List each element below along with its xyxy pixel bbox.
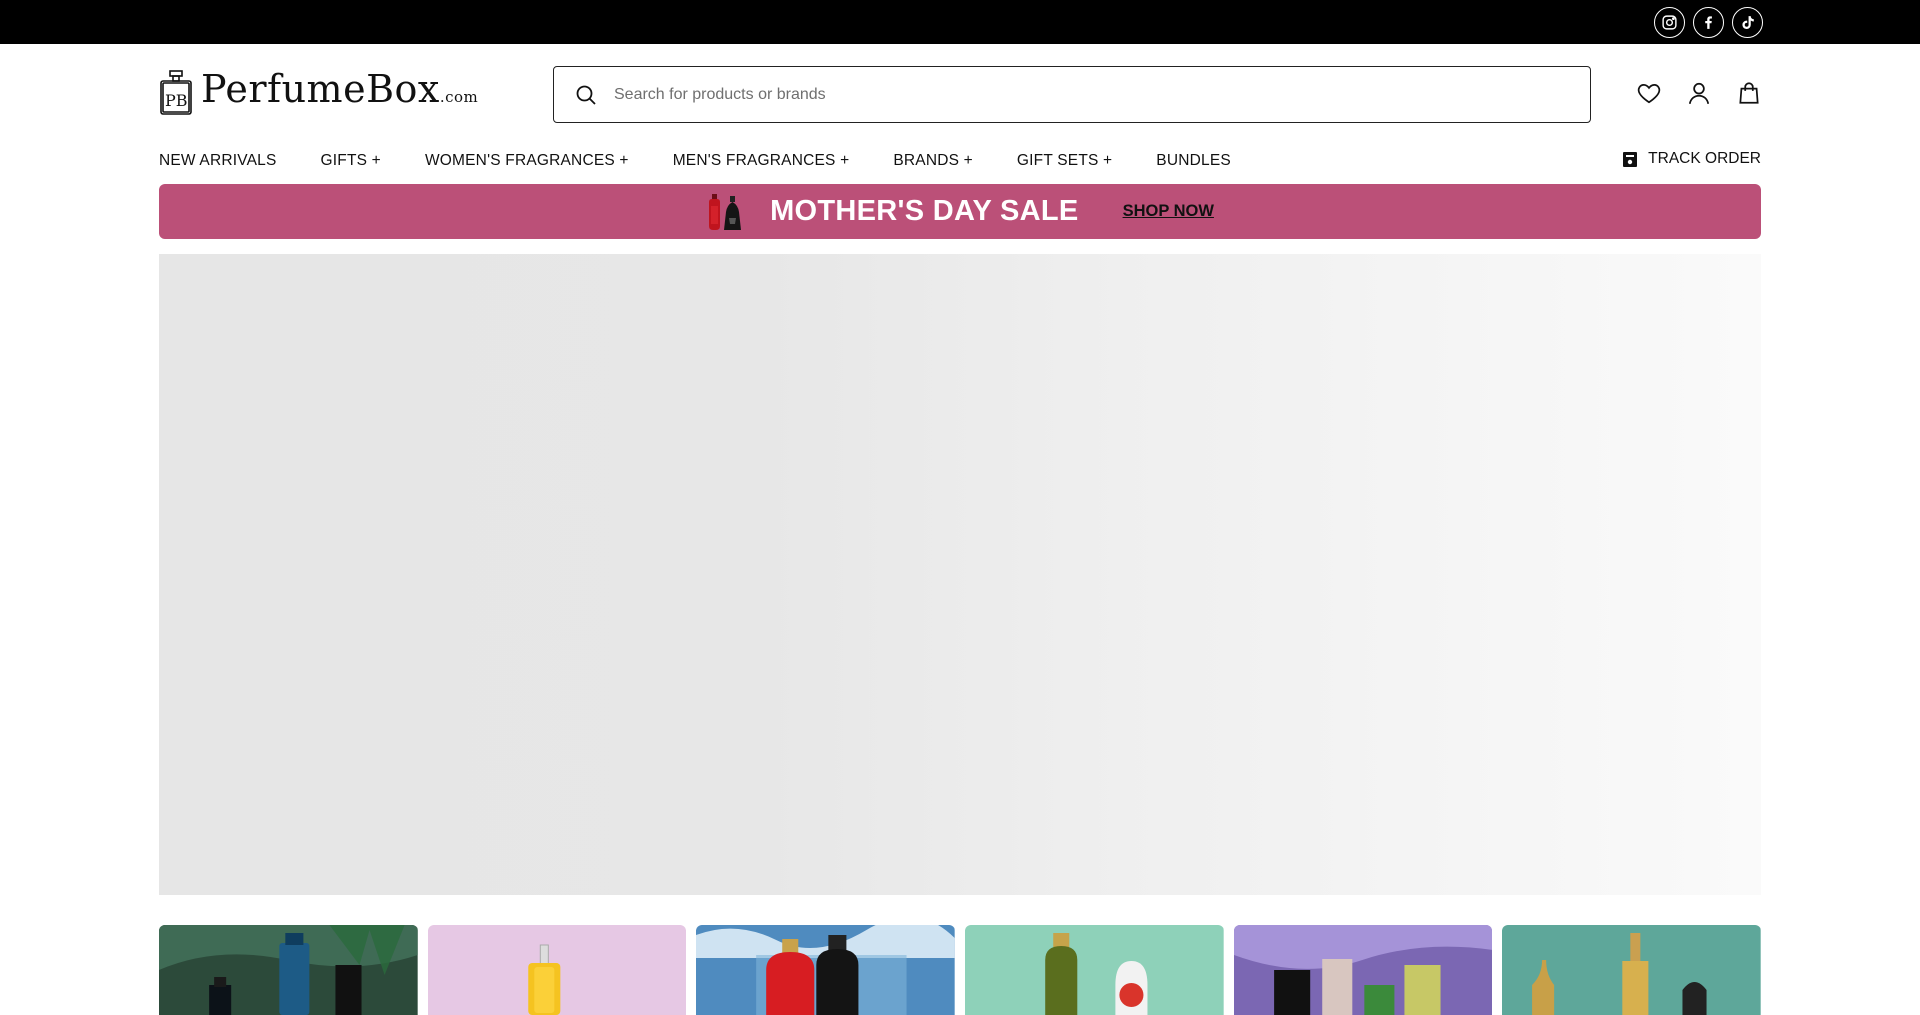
logo-suffix: .com (439, 88, 479, 106)
track-order-label: TRACK ORDER (1648, 150, 1761, 167)
track-order-link[interactable]: TRACK ORDER (1622, 150, 1761, 168)
promo-banner[interactable]: MOTHER'S DAY SALE SHOP NOW (159, 184, 1761, 239)
category-tile[interactable] (159, 925, 418, 1015)
promo-title: MOTHER'S DAY SALE (770, 195, 1079, 227)
category-tile[interactable] (427, 925, 687, 1015)
nav-womens-fragrances[interactable]: WOMEN'S FRAGRANCES + (425, 152, 629, 170)
track-order-icon (1623, 151, 1638, 167)
bag-icon[interactable] (1736, 80, 1762, 106)
category-tile[interactable] (1502, 925, 1762, 1015)
logo-monogram: PB (165, 91, 188, 110)
heart-icon[interactable] (1636, 80, 1662, 106)
nav-bundles[interactable]: BUNDLES (1156, 152, 1231, 170)
site-logo[interactable]: PB PerfumeBox.com (159, 70, 478, 116)
nav-gifts[interactable]: GIFTS + (321, 152, 381, 170)
tiktok-icon[interactable] (1732, 7, 1763, 38)
instagram-icon[interactable] (1654, 7, 1685, 38)
nav-brands[interactable]: BRANDS + (893, 152, 973, 170)
search-input[interactable] (614, 85, 1590, 104)
hero-banner-placeholder[interactable] (159, 254, 1761, 895)
search-icon[interactable] (574, 83, 598, 107)
perfume-bottles-icon (709, 193, 742, 230)
top-bar (0, 0, 1920, 44)
shop-now-link[interactable]: SHOP NOW (1123, 202, 1214, 221)
perfume-bottle-logo-icon: PB (160, 70, 192, 115)
category-tile[interactable] (1233, 925, 1493, 1015)
header: PB PerfumeBox.com (0, 44, 1920, 144)
logo-text: PerfumeBox.com (201, 67, 479, 111)
social-links (1654, 7, 1763, 38)
nav-gift-sets[interactable]: GIFT SETS + (1017, 152, 1112, 170)
search-bar[interactable] (553, 66, 1591, 123)
main-nav: NEW ARRIVALS GIFTS + WOMEN'S FRAGRANCES … (159, 150, 1761, 172)
category-tiles (159, 925, 1762, 1015)
nav-new-arrivals[interactable]: NEW ARRIVALS (159, 152, 277, 170)
nav-mens-fragrances[interactable]: MEN'S FRAGRANCES + (673, 152, 850, 170)
user-icon[interactable] (1686, 80, 1712, 106)
category-tile[interactable] (965, 925, 1224, 1015)
category-tile[interactable] (696, 925, 956, 1015)
facebook-icon[interactable] (1693, 7, 1724, 38)
header-actions (1636, 80, 1762, 106)
